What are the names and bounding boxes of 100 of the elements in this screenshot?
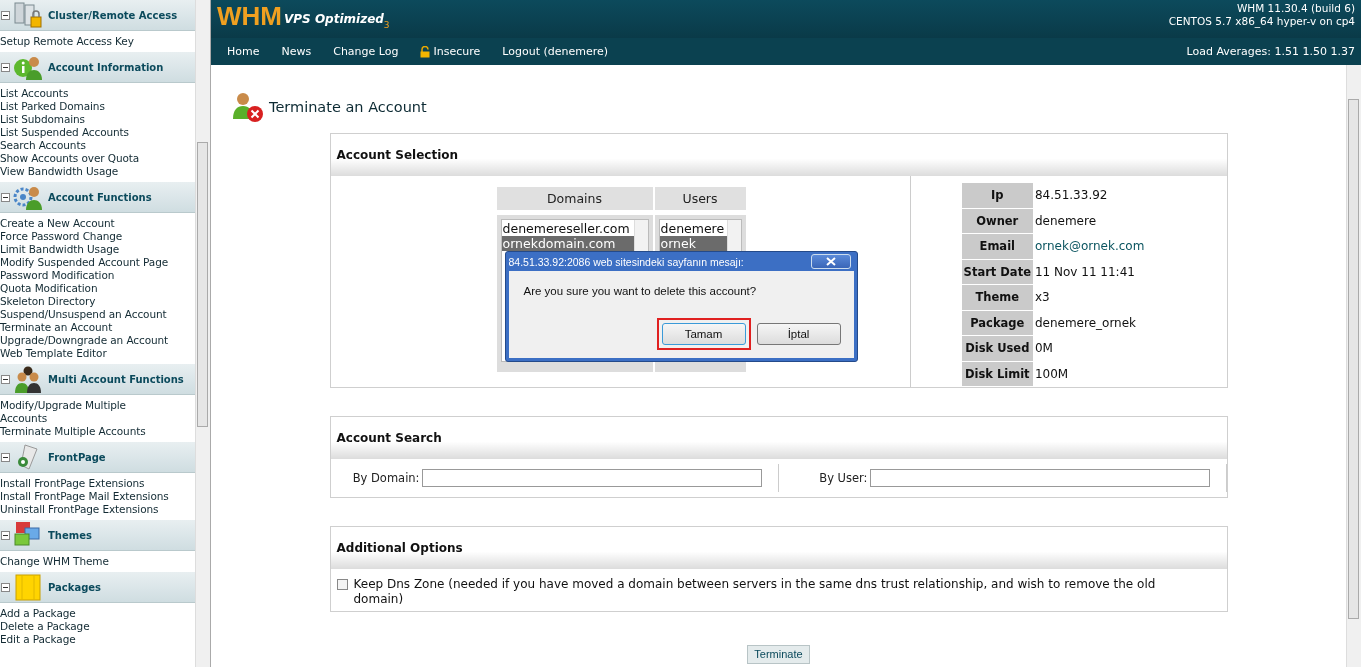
sidebar-link[interactable]: Install FrontPage Mail Extensions [0,490,195,503]
panel-title: Additional Options [336,540,463,555]
sidebar-link[interactable]: Password Modification [0,269,195,282]
sidebar-link[interactable]: List Suspended Accounts [0,126,195,139]
sidebar-link[interactable]: Show Accounts over Quota [0,152,195,165]
column-header: Domains [496,187,653,210]
sidebar-link[interactable]: List Subdomains [0,113,195,126]
detail-label: Package [961,310,1033,335]
panel-title: Account Search [336,430,442,445]
section-title: Cluster/Remote Access [48,9,178,21]
sidebar-link[interactable]: Change WHM Theme [0,555,195,568]
list-option[interactable]: denemereseller.com [501,221,634,236]
detail-label: Ip [961,183,1033,208]
checkbox[interactable] [336,579,348,590]
sidebar-link[interactable]: Delete a Package [0,620,195,633]
detail-label: Email [961,234,1033,259]
section-title: Packages [48,581,102,593]
sidebar-link[interactable]: Modify/Upgrade Multiple Accounts [0,399,165,425]
load-averages: Load Averages: 1.51 1.50 1.37 [1186,45,1355,58]
detail-label: Disk Limit [961,361,1033,386]
user-delete-icon [231,91,265,123]
detail-value: 84.51.33.92 [1034,188,1108,203]
section-title: Themes [48,529,92,541]
field-label: By User: [819,471,868,485]
email-link[interactable]: ornek@ornek.com [1034,239,1145,254]
detail-value: 100M [1034,366,1069,381]
list-option[interactable]: ornekdomain.com [501,236,634,251]
sidebar-link[interactable]: Add a Package [0,607,195,620]
nav-link[interactable]: Home [227,45,260,58]
scrollbar[interactable] [195,0,210,667]
sidebar-link[interactable]: Terminate Multiple Accounts [0,425,165,438]
box-icon [13,573,43,601]
sidebar-link[interactable]: Search Accounts [0,139,195,152]
detail-label: Owner [961,208,1033,233]
scrollbar-thumb[interactable] [1348,99,1359,619]
search-field[interactable] [421,469,762,487]
detail-value: denemere_ornek [1034,315,1137,330]
sidebar-link[interactable]: Web Template Editor [0,347,195,360]
collapse-toggle-icon[interactable] [1,530,10,540]
sidebar-link[interactable]: Modify Suspended Account Page [0,256,195,269]
terminate-button[interactable]: Terminate [747,644,810,664]
field-label: By Domain: [352,471,420,485]
dialog-button[interactable]: Tamam [661,323,746,345]
server-lock-icon [13,1,43,29]
logo-subtitle: VPS Optimized [284,12,384,26]
collapse-toggle-icon[interactable] [1,10,10,20]
system-text: CENTOS 5.7 x86_64 hyper-v on cp4 [1168,15,1355,28]
detail-label: Theme [961,285,1033,310]
sidebar-link[interactable]: Install FrontPage Extensions [0,477,195,490]
nav-link[interactable]: Insecure [433,45,481,58]
lock-icon [420,45,431,58]
sidebar-link[interactable]: Force Password Change [0,230,195,243]
collapse-toggle-icon[interactable] [1,582,10,592]
logo-text: WHM [217,2,282,30]
collapse-toggle-icon[interactable] [1,192,10,202]
list-option[interactable]: denemere [659,221,727,236]
section-title: Multi Account Functions [48,373,184,385]
dialog-message: Are you sure you want to delete this account? [523,285,758,297]
section-title: FrontPage [48,451,106,463]
sidebar-link[interactable]: List Parked Domains [0,100,195,113]
sidebar-link[interactable]: Setup Remote Access Key [0,35,195,48]
sidebar-link[interactable]: View Bandwidth Usage [0,165,195,178]
nav-link[interactable]: Logout (denemere) [502,45,609,58]
option-label: Keep Dns Zone (needed if you have moved a domain between servers in the same dns trust relationship, and wish to remove the old domain) [353,577,1157,607]
sidebar-link[interactable]: Terminate an Account [0,321,195,334]
detail-value: denemere [1034,213,1097,228]
scrollbar[interactable] [1346,65,1361,667]
users-icon [13,365,43,393]
version-text: WHM 11.30.4 (build 6) [1236,2,1355,15]
nav-link[interactable]: News [281,45,312,58]
sidebar-link[interactable]: List Accounts [0,87,195,100]
sidebar-link[interactable]: Upgrade/Downgrade an Account [0,334,195,347]
monitors-icon [13,521,43,549]
dialog-button[interactable]: İptal [756,323,841,345]
page-title: Terminate an Account [269,99,427,115]
dialog-title: 84.51.33.92:2086 web sitesindeki sayfanın mesajı: [508,255,744,268]
sidebar-link[interactable]: Uninstall FrontPage Extensions [0,503,195,516]
sidebar-link[interactable]: Quota Modification [0,282,195,295]
scrollbar-thumb[interactable] [197,142,208,427]
list-option[interactable]: ornek [659,236,727,251]
logo-version: 3 [383,20,390,30]
section-title: Account Information [48,61,164,73]
detail-label: Start Date [961,259,1033,284]
sidebar-link[interactable]: Skeleton Directory [0,295,195,308]
section-title: Account Functions [48,191,152,203]
column-header: Users [654,187,746,210]
collapse-toggle-icon[interactable] [1,452,10,462]
sidebar-link[interactable]: Suspend/Unsuspend an Account [0,308,195,321]
nav-link[interactable]: Change Log [333,45,399,58]
close-button[interactable] [810,254,851,269]
collapse-toggle-icon[interactable] [1,374,10,384]
search-field[interactable] [869,469,1210,487]
sidebar-link[interactable]: Edit a Package [0,633,195,646]
sidebar-link[interactable]: Limit Bandwidth Usage [0,243,195,256]
panel-title: Account Selection [336,147,459,162]
collapse-toggle-icon[interactable] [1,62,10,72]
detail-value: x3 [1034,290,1050,305]
sidebar-link[interactable]: Create a New Account [0,217,195,230]
detail-value: 0M [1034,341,1053,356]
detail-label: Disk Used [961,336,1033,361]
